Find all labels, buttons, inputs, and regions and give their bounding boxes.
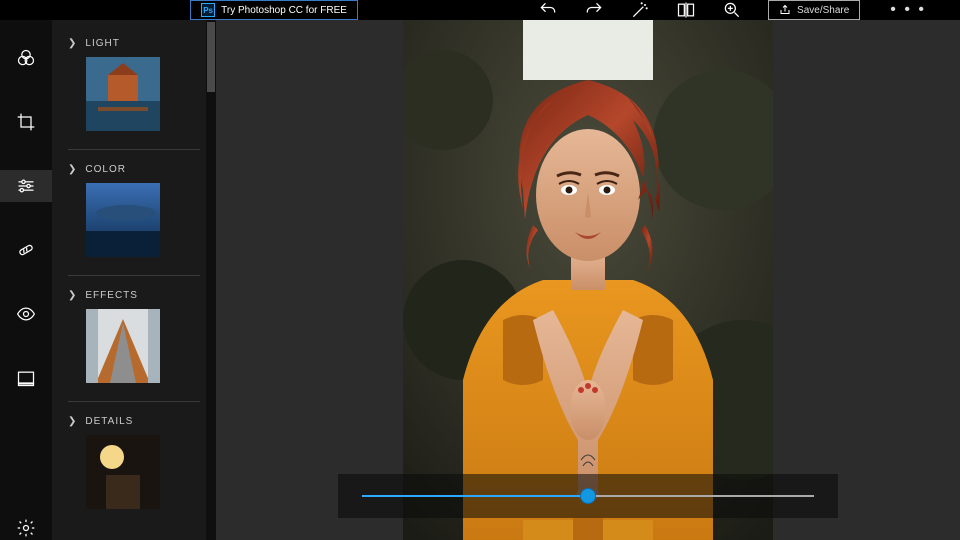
section-header-color[interactable]: ❯ COLOR <box>68 164 200 175</box>
canvas-area <box>216 20 960 540</box>
app-root: Ps Try Photoshop CC for FREE Save/Sh <box>0 0 960 540</box>
save-share-label: Save/Share <box>797 5 849 16</box>
try-photoshop-label: Try Photoshop CC for FREE <box>221 5 347 16</box>
adjust-panel: ❯ LIGHT ❯ COLOR <box>52 20 216 540</box>
adjustment-slider-bar <box>338 474 838 518</box>
slider-track-empty <box>588 495 814 497</box>
chevron-right-icon: ❯ <box>68 38 77 49</box>
save-share-button[interactable]: Save/Share <box>768 0 860 20</box>
slider-track[interactable] <box>362 495 814 497</box>
panel-scrollbar[interactable] <box>206 20 216 540</box>
divider <box>68 149 200 150</box>
undo-button[interactable] <box>538 0 558 20</box>
section-label: LIGHT <box>85 38 119 49</box>
section-label: EFFECTS <box>85 290 138 301</box>
section-light: ❯ LIGHT <box>68 38 200 131</box>
rail-heal[interactable] <box>0 234 52 266</box>
section-label: DETAILS <box>85 416 133 427</box>
redo-button[interactable] <box>584 0 604 20</box>
section-effects: ❯ EFFECTS <box>68 290 200 383</box>
slider-track-filled <box>362 495 588 497</box>
divider <box>68 401 200 402</box>
chevron-right-icon: ❯ <box>68 416 77 427</box>
section-header-effects[interactable]: ❯ EFFECTS <box>68 290 200 301</box>
edited-photo <box>403 20 773 540</box>
zoom-button[interactable] <box>722 0 742 20</box>
rail-frames[interactable] <box>0 362 52 394</box>
panel-inner: ❯ LIGHT ❯ COLOR <box>52 20 216 509</box>
auto-enhance-button[interactable] <box>630 0 650 20</box>
scrollbar-thumb[interactable] <box>207 22 215 92</box>
chevron-right-icon: ❯ <box>68 290 77 301</box>
photoshop-icon: Ps <box>201 3 215 17</box>
flip-button[interactable] <box>676 0 696 20</box>
settings-button[interactable] <box>0 512 52 540</box>
more-menu-button[interactable]: • • • <box>886 1 930 19</box>
section-details: ❯ DETAILS <box>68 416 200 509</box>
rail-looks[interactable] <box>0 42 52 74</box>
thumb-light[interactable] <box>86 57 160 131</box>
rail-preview[interactable] <box>0 298 52 330</box>
top-center: Ps Try Photoshop CC for FREE <box>190 0 358 20</box>
rail-adjust[interactable] <box>0 170 52 202</box>
chevron-right-icon: ❯ <box>68 164 77 175</box>
thumb-effects[interactable] <box>86 309 160 383</box>
slider-handle[interactable] <box>580 488 596 504</box>
section-header-light[interactable]: ❯ LIGHT <box>68 38 200 49</box>
section-color: ❯ COLOR <box>68 164 200 257</box>
main-body: ❯ LIGHT ❯ COLOR <box>0 20 960 540</box>
try-photoshop-button[interactable]: Ps Try Photoshop CC for FREE <box>190 0 358 20</box>
top-right-group: Save/Share • • • <box>538 0 930 20</box>
section-header-details[interactable]: ❯ DETAILS <box>68 416 200 427</box>
section-label: COLOR <box>85 164 126 175</box>
thumb-color[interactable] <box>86 183 160 257</box>
thumb-details[interactable] <box>86 435 160 509</box>
left-rail <box>0 20 52 540</box>
top-bar: Ps Try Photoshop CC for FREE Save/Sh <box>0 0 960 20</box>
divider <box>68 275 200 276</box>
rail-crop[interactable] <box>0 106 52 138</box>
